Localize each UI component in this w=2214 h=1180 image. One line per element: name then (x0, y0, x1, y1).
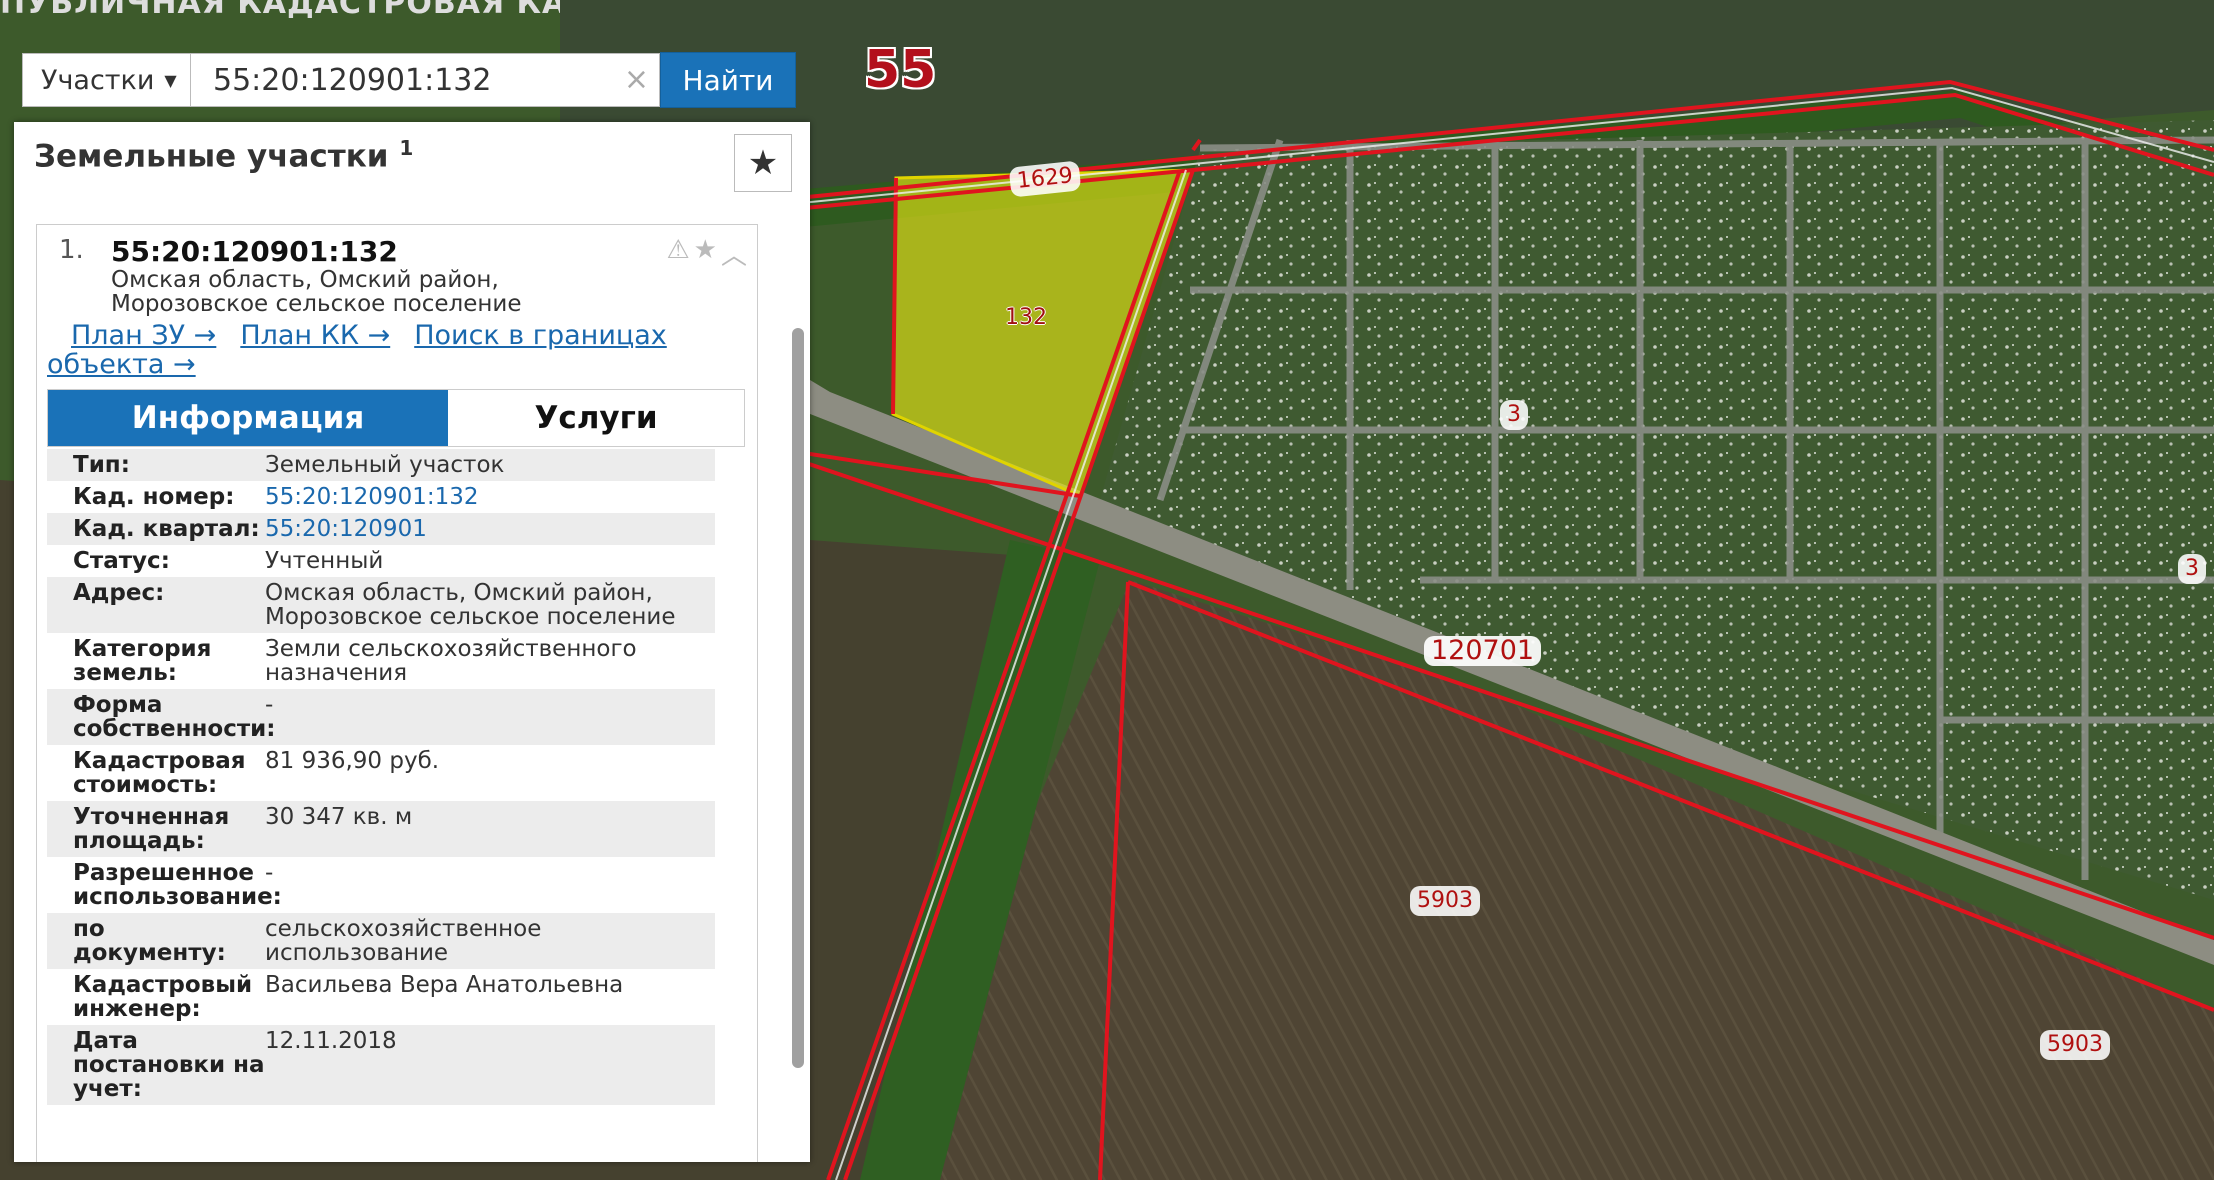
plan-kk-link[interactable]: План КК → (240, 320, 390, 351)
attr-row-area: Уточненная площадь: 30 347 кв. м (47, 801, 715, 857)
star-icon: ★ (747, 143, 779, 183)
attr-row-ownership: Форма собственности: - (47, 689, 715, 745)
attr-value: 30 347 кв. м (265, 804, 413, 830)
map-label-region[interactable]: 55 (864, 44, 936, 96)
attr-row-permitted-use: Разрешенное использование: - (47, 857, 715, 913)
plan-zu-link[interactable]: План ЗУ → (71, 320, 216, 351)
attr-row-cad-quarter: Кад. квартал: 55:20:120901 (47, 513, 715, 545)
attr-row-registration-date: Дата постановки на учет: 12.11.2018 (47, 1025, 715, 1105)
attr-key: Кадастровая стоимость: (73, 748, 246, 798)
attr-key: Тип: (73, 452, 130, 478)
result-count: 1 (399, 136, 414, 160)
attr-row-land-category: Категория земель: Земли сельскохозяйстве… (47, 633, 715, 689)
attr-key: по документу: (73, 916, 226, 966)
tab-info[interactable]: Информация (48, 390, 448, 446)
attr-key: Разрешенное использование: (73, 860, 282, 910)
item-address-line-1: Омская область, Омский район, (111, 267, 499, 293)
attr-row-cad-value: Кадастровая стоимость: 81 936,90 руб. (47, 745, 715, 801)
warning-icon[interactable]: ⚠ (666, 235, 689, 272)
attr-value: сельскохозяйственное использование (265, 916, 542, 966)
attr-key: Адрес: (73, 580, 165, 606)
map-label-plot-132[interactable]: 132 (998, 303, 1054, 333)
attr-value: 81 936,90 руб. (265, 748, 440, 774)
clear-icon[interactable]: × (624, 64, 649, 96)
search-type-select[interactable]: Участки ▼ (22, 53, 190, 107)
attr-row-engineer: Кадастровый инженер: Васильева Вера Анат… (47, 969, 715, 1025)
item-tabs: Информация Услуги (47, 389, 745, 447)
map-label-plot-5903-right[interactable]: 5903 (2040, 1030, 2110, 1060)
item-number: 1. (59, 235, 84, 265)
attr-row-type: Тип: Земельный участок (47, 449, 715, 481)
panel-title: Земельные участки 1 (34, 136, 413, 174)
item-links: План ЗУ → План КК → Поиск в границах объек… (47, 321, 727, 379)
search-button[interactable]: Найти (660, 52, 796, 108)
map-label-plot-3[interactable]: 3 (1500, 400, 1528, 430)
attr-value-link[interactable]: 55:20:120901 (265, 517, 715, 541)
attr-row-address: Адрес: Омская область, Омский район, Мор… (47, 577, 715, 633)
attr-key: Кад. квартал: (73, 516, 260, 542)
result-card: 1. 55:20:120901:132 Омская область, Омск… (36, 224, 758, 1162)
results-panel: Земельные участки 1 ★ 1. 55:20:120901:13… (14, 122, 810, 1162)
attr-key: Дата постановки на учет: (73, 1028, 265, 1102)
attr-value: Васильева Вера Анатольевна (265, 972, 624, 998)
search-input[interactable] (191, 54, 659, 106)
attr-key: Кад. номер: (73, 484, 235, 510)
scrollbar-thumb[interactable] (792, 328, 804, 1068)
caret-down-icon: ▼ (164, 70, 177, 90)
attr-value: 12.11.2018 (265, 1028, 397, 1054)
attr-value: Земли сельскохозяйственного назначения (265, 636, 637, 686)
map-label-quarter[interactable]: 120701 (1424, 636, 1542, 666)
attr-key: Кадастровый инженер: (73, 972, 253, 1022)
attr-row-status: Статус: Учтенный (47, 545, 715, 577)
attr-key: Статус: (73, 548, 170, 574)
scrollbar[interactable] (792, 208, 804, 1158)
search-in-bounds-link[interactable]: Поиск в границах (414, 320, 667, 351)
favorites-button[interactable]: ★ (734, 134, 792, 192)
map-title: ПУБЛИЧНАЯ КАДАСТРОВАЯ КАРТА (0, 0, 560, 21)
attr-value: Учтенный (265, 548, 384, 574)
attr-value: - (265, 860, 274, 886)
attr-row-cad-number: Кад. номер: 55:20:120901:132 (47, 481, 715, 513)
attr-value: Омская область, Омский район, Морозовско… (265, 580, 676, 630)
attr-key: Категория земель: (73, 636, 212, 686)
item-actions: ⚠ ★ ︿ (666, 235, 747, 272)
attr-key: Уточненная площадь: (73, 804, 230, 854)
item-cadastral-number[interactable]: 55:20:120901:132 (111, 235, 398, 268)
search-in-bounds-link-continued[interactable]: объекта → (47, 349, 196, 380)
star-icon[interactable]: ★ (694, 235, 717, 272)
attr-key: Форма собственности: (73, 692, 276, 742)
attribute-table: Тип: Земельный участок Кад. номер: 55:20… (47, 449, 715, 1105)
search-input-wrapper: × (190, 53, 660, 107)
search-type-label: Участки (41, 64, 155, 96)
attr-value: Земельный участок (265, 452, 505, 478)
attr-row-by-document: по документу: сельскохозяйственное испол… (47, 913, 715, 969)
collapse-icon[interactable]: ︿ (721, 235, 747, 272)
panel-title-text: Земельные участки (34, 138, 389, 175)
search-bar: Участки ▼ × Найти (22, 52, 796, 109)
item-address-line-2: Морозовское сельское поселение (111, 291, 522, 317)
attr-value-link[interactable]: 55:20:120901:132 (265, 485, 715, 509)
map-label-plot-3-right[interactable]: 3 (2178, 554, 2206, 584)
tab-services[interactable]: Услуги (448, 390, 744, 446)
map-label-plot-5903[interactable]: 5903 (1410, 886, 1480, 916)
attr-value: - (265, 692, 274, 718)
